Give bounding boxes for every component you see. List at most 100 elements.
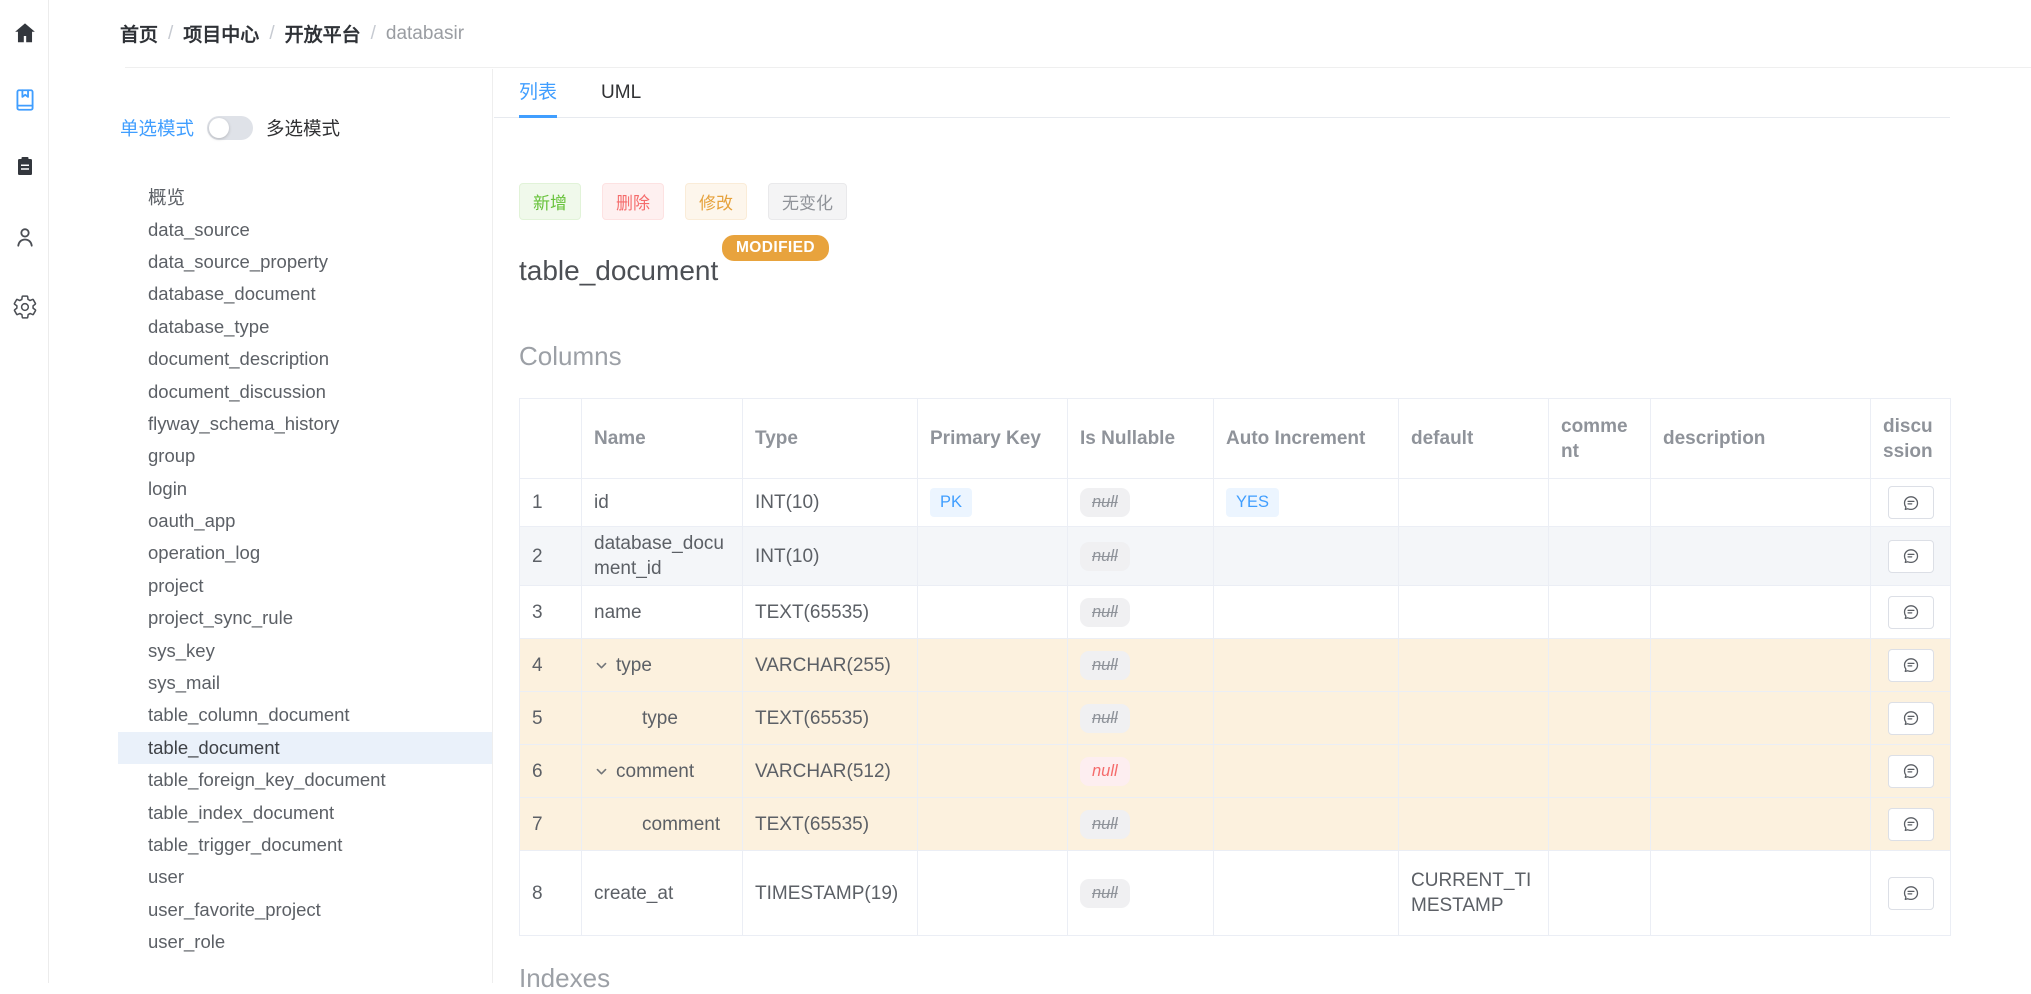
legend-tag-info: 无变化 xyxy=(768,183,847,220)
sidebar-item-data_source[interactable]: data_source xyxy=(118,213,492,245)
auto-increment-cell xyxy=(1214,745,1399,798)
breadcrumb-item[interactable]: 首页 xyxy=(120,20,158,47)
comment-cell xyxy=(1549,639,1651,692)
name-cell: comment xyxy=(582,798,743,851)
sidebar-item-project[interactable]: project xyxy=(118,570,492,602)
sidebar-item-database_type[interactable]: database_type xyxy=(118,311,492,343)
multi-mode-label: 多选模式 xyxy=(266,115,340,141)
table-list: 概览data_sourcedata_source_propertydatabas… xyxy=(49,181,492,958)
sidebar-item-sys_mail[interactable]: sys_mail xyxy=(118,667,492,699)
description-cell xyxy=(1651,851,1871,936)
sidebar-item-project_sync_rule[interactable]: project_sync_rule xyxy=(118,602,492,634)
nullable-cell: null xyxy=(1068,692,1214,745)
sidebar-item-group[interactable]: group xyxy=(118,440,492,472)
column-name: database_document_id xyxy=(594,533,724,579)
sidebar-item-user_favorite_project[interactable]: user_favorite_project xyxy=(118,894,492,926)
single-mode-label: 单选模式 xyxy=(120,115,194,141)
sidebar-item-oauth_app[interactable]: oauth_app xyxy=(118,505,492,537)
breadcrumb-separator: / xyxy=(371,23,376,45)
nullable-badge: null xyxy=(1080,757,1130,786)
chevron-down-icon[interactable] xyxy=(594,764,609,779)
primary-key-cell xyxy=(918,692,1068,745)
sidebar-item-sys_key[interactable]: sys_key xyxy=(118,634,492,666)
discussion-button[interactable] xyxy=(1888,596,1934,629)
notebook-icon[interactable] xyxy=(0,80,49,120)
sidebar-item-table_index_document[interactable]: table_index_document xyxy=(118,796,492,828)
discussion-button[interactable] xyxy=(1888,486,1934,519)
sidebar-item-login[interactable]: login xyxy=(118,473,492,505)
discussion-button[interactable] xyxy=(1888,649,1934,682)
table-header-row: NameTypePrimary KeyIs NullableAuto Incre… xyxy=(520,399,1951,479)
nav-rail xyxy=(0,0,49,983)
discussion-button[interactable] xyxy=(1888,877,1934,910)
table-row: 7commentTEXT(65535)null xyxy=(520,798,1951,851)
breadcrumb-item[interactable]: 开放平台 xyxy=(285,20,361,47)
discussion-button[interactable] xyxy=(1888,808,1934,841)
main-content: 列表 UML 新增删除修改无变化 MODIFIED table_document… xyxy=(494,69,2031,983)
discussion-button[interactable] xyxy=(1888,755,1934,788)
nullable-badge: null xyxy=(1080,810,1130,839)
column-header: Primary Key xyxy=(918,399,1068,479)
clipboard-icon[interactable] xyxy=(0,146,49,186)
primary-key-cell xyxy=(918,527,1068,586)
mode-switch[interactable] xyxy=(207,116,253,140)
sidebar-item-table_trigger_document[interactable]: table_trigger_document xyxy=(118,829,492,861)
user-icon[interactable] xyxy=(0,217,49,257)
column-name: name xyxy=(594,602,642,623)
chat-bubble-icon xyxy=(1901,708,1921,728)
default-cell xyxy=(1399,479,1549,527)
breadcrumb: 首页/项目中心/开放平台/databasir xyxy=(120,20,464,47)
gear-icon[interactable] xyxy=(0,287,49,327)
chevron-down-icon[interactable] xyxy=(594,658,609,673)
discussion-cell xyxy=(1871,692,1951,745)
type-cell: INT(10) xyxy=(743,527,918,586)
sidebar-item-table_foreign_key_document[interactable]: table_foreign_key_document xyxy=(118,764,492,796)
columns-heading: Columns xyxy=(519,341,622,372)
tab-uml[interactable]: UML xyxy=(601,69,641,117)
column-header: Name xyxy=(582,399,743,479)
name-cell: database_document_id xyxy=(582,527,743,586)
sidebar-item-table_column_document[interactable]: table_column_document xyxy=(118,699,492,731)
name-cell: type xyxy=(582,639,743,692)
column-name: comment xyxy=(642,814,720,835)
sidebar-item-flyway_schema_history[interactable]: flyway_schema_history xyxy=(118,408,492,440)
auto-increment-cell xyxy=(1214,798,1399,851)
sidebar-item-database_document[interactable]: database_document xyxy=(118,278,492,310)
primary-key-cell xyxy=(918,798,1068,851)
type-cell: TIMESTAMP(19) xyxy=(743,851,918,936)
table-row: 1idINT(10)PKnullYES xyxy=(520,479,1951,527)
column-header xyxy=(520,399,582,479)
primary-key-cell xyxy=(918,586,1068,639)
sidebar-item-document_discussion[interactable]: document_discussion xyxy=(118,375,492,407)
nullable-badge: null xyxy=(1080,488,1130,517)
name-cell: create_at xyxy=(582,851,743,936)
sidebar-item-table_document[interactable]: table_document xyxy=(118,732,492,764)
breadcrumb-item[interactable]: 项目中心 xyxy=(183,20,259,47)
sidebar-item-operation_log[interactable]: operation_log xyxy=(118,537,492,569)
type-cell: TEXT(65535) xyxy=(743,798,918,851)
nullable-badge: null xyxy=(1080,542,1130,571)
column-name: type xyxy=(642,708,678,729)
sidebar-item-user[interactable]: user xyxy=(118,861,492,893)
auto-increment-cell xyxy=(1214,527,1399,586)
discussion-button[interactable] xyxy=(1888,702,1934,735)
auto-increment-cell xyxy=(1214,586,1399,639)
sidebar-item-user_role[interactable]: user_role xyxy=(118,926,492,958)
sidebar-item-概览[interactable]: 概览 xyxy=(118,181,492,213)
column-header: discussion xyxy=(1871,399,1951,479)
column-name: comment xyxy=(616,761,694,782)
default-cell xyxy=(1399,692,1549,745)
sidebar-item-data_source_property[interactable]: data_source_property xyxy=(118,246,492,278)
row-number-cell: 5 xyxy=(520,692,582,745)
tab-list[interactable]: 列表 xyxy=(519,69,557,117)
discussion-cell xyxy=(1871,639,1951,692)
column-header: description xyxy=(1651,399,1871,479)
default-cell xyxy=(1399,527,1549,586)
home-icon[interactable] xyxy=(0,13,49,53)
sidebar-item-document_description[interactable]: document_description xyxy=(118,343,492,375)
primary-key-cell xyxy=(918,639,1068,692)
auto-increment-cell: YES xyxy=(1214,479,1399,527)
discussion-button[interactable] xyxy=(1888,540,1934,573)
chat-bubble-icon xyxy=(1901,655,1921,675)
type-cell: INT(10) xyxy=(743,479,918,527)
